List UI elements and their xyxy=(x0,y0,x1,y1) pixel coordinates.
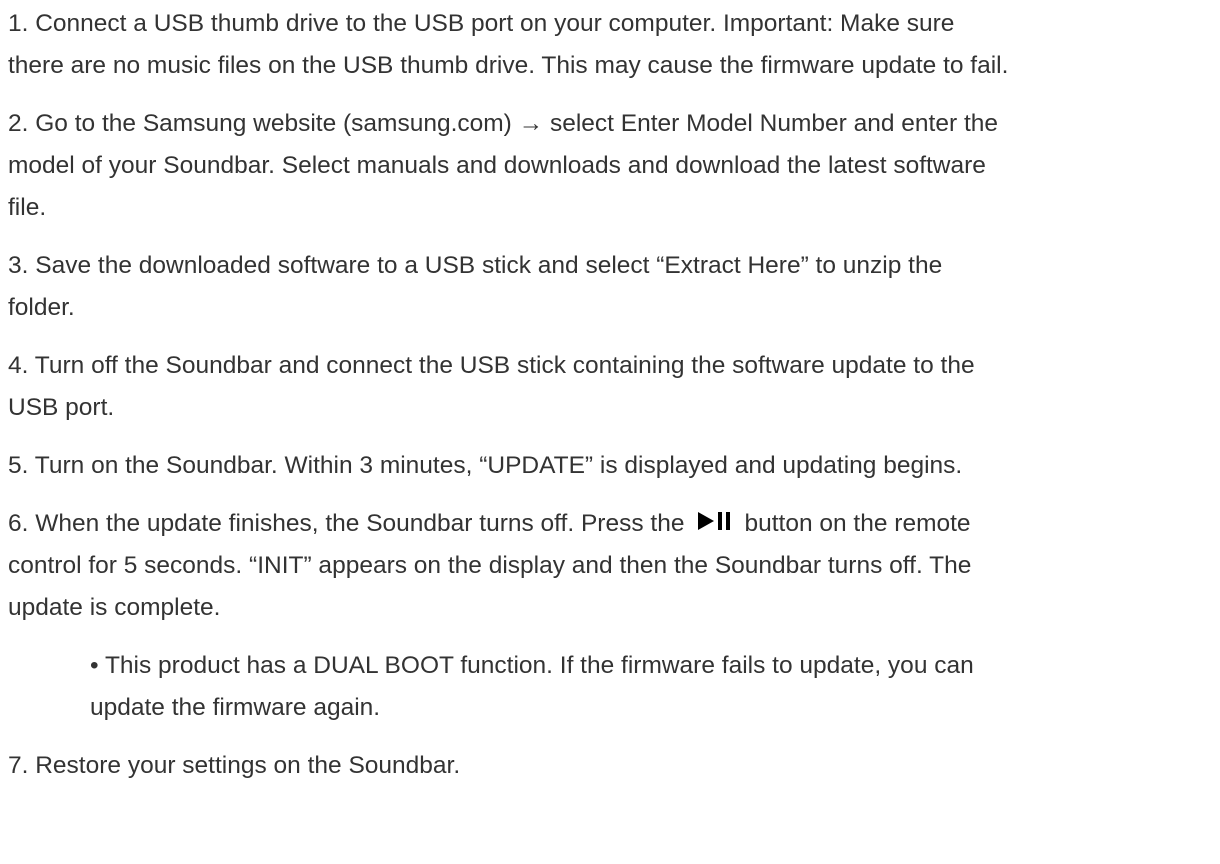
step-7: 7. Restore your settings on the Soundbar… xyxy=(8,745,1214,787)
step-6-text-before-icon: 6. When the update finishes, the Soundba… xyxy=(8,510,685,537)
step-4-line-2: USB port. xyxy=(8,394,115,421)
step-6-line-1: 6. When the update finishes, the Soundba… xyxy=(8,503,1214,545)
step-7-line-1: 7. Restore your settings on the Soundbar… xyxy=(8,752,461,779)
step-6: 6. When the update finishes, the Soundba… xyxy=(8,503,1214,629)
step-1-line-1: 1. Connect a USB thumb drive to the USB … xyxy=(8,10,955,37)
firmware-update-steps: 1. Connect a USB thumb drive to the USB … xyxy=(0,3,1214,787)
step-4: 4. Turn off the Soundbar and connect the… xyxy=(8,345,1214,429)
step-6-line-3: update is complete. xyxy=(8,594,221,621)
dual-boot-note-line-1: • This product has a DUAL BOOT function.… xyxy=(90,652,974,679)
dual-boot-note: • This product has a DUAL BOOT function.… xyxy=(8,645,1214,729)
step-5: 5. Turn on the Soundbar. Within 3 minute… xyxy=(8,445,1214,487)
step-1-line-2: there are no music files on the USB thum… xyxy=(8,52,1009,79)
step-2-line-3: file. xyxy=(8,194,47,221)
step-2: 2. Go to the Samsung website (samsung.co… xyxy=(8,103,1214,229)
step-4-line-1: 4. Turn off the Soundbar and connect the… xyxy=(8,352,975,379)
play-pause-icon xyxy=(696,504,734,530)
step-2-line-1: 2. Go to the Samsung website (samsung.co… xyxy=(8,110,999,137)
step-2-line-2: model of your Soundbar. Select manuals a… xyxy=(8,152,986,179)
step-6-line-2: control for 5 seconds. “INIT” appears on… xyxy=(8,552,972,579)
step-3: 3. Save the downloaded software to a USB… xyxy=(8,245,1214,329)
step-5-line-1: 5. Turn on the Soundbar. Within 3 minute… xyxy=(8,452,963,479)
step-3-line-2: folder. xyxy=(8,294,75,321)
step-3-line-1: 3. Save the downloaded software to a USB… xyxy=(8,252,943,279)
step-6-text-after-icon: button on the remote xyxy=(744,510,971,537)
dual-boot-note-line-2: update the firmware again. xyxy=(90,694,381,721)
step-1: 1. Connect a USB thumb drive to the USB … xyxy=(8,3,1214,87)
